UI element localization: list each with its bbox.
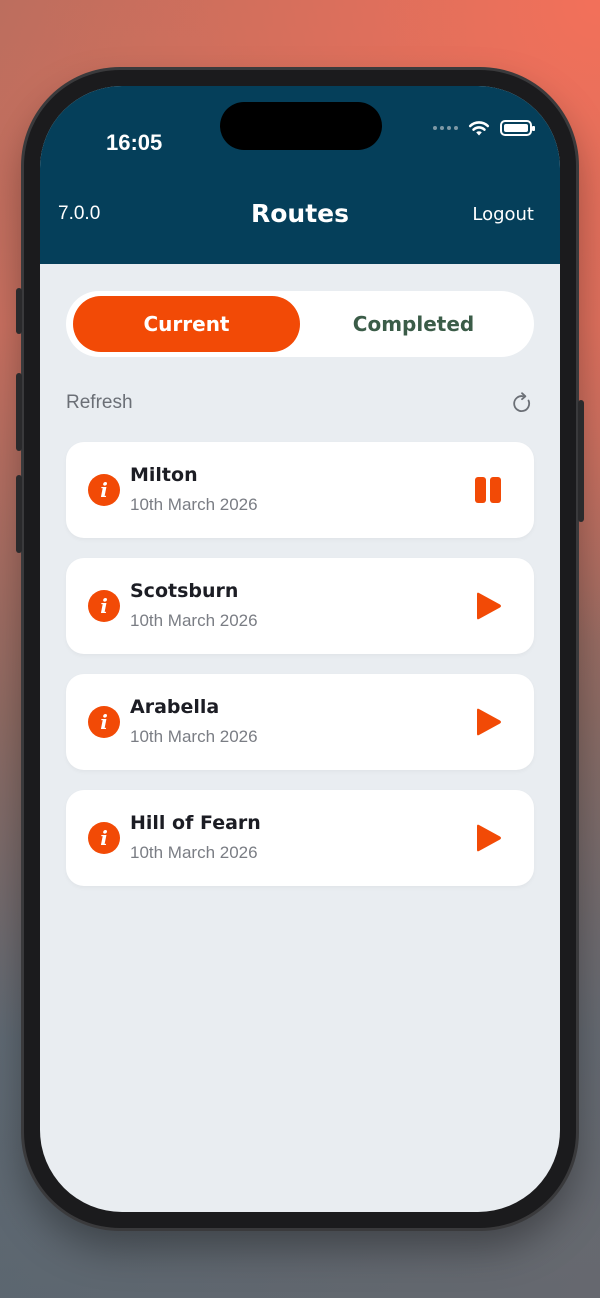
logout-button[interactable]: Logout — [472, 204, 534, 225]
wifi-icon — [468, 121, 490, 136]
refresh-row: Refresh — [66, 388, 534, 418]
info-icon[interactable]: i — [88, 822, 120, 854]
route-name: Milton — [130, 464, 198, 486]
info-icon[interactable]: i — [88, 590, 120, 622]
route-date: 10th March 2026 — [130, 611, 258, 630]
info-icon[interactable]: i — [88, 474, 120, 506]
route-list: i Milton 10th March 2026 i Scotsburn 10t… — [66, 442, 534, 906]
route-date: 10th March 2026 — [130, 843, 258, 862]
route-card[interactable]: i Hill of Fearn 10th March 2026 — [66, 790, 534, 886]
app-header: 16:05 7.0.0 Routes Logout — [40, 86, 560, 264]
action-button — [16, 288, 22, 334]
status-icons — [433, 116, 535, 140]
power-button — [578, 400, 584, 522]
play-icon[interactable] — [472, 590, 504, 622]
route-card[interactable]: i Arabella 10th March 2026 — [66, 674, 534, 770]
tab-current[interactable]: Current — [73, 296, 300, 352]
screen: 16:05 7.0.0 Routes Logout Current Comple… — [40, 86, 560, 1212]
route-date: 10th March 2026 — [130, 495, 258, 514]
info-icon[interactable]: i — [88, 706, 120, 738]
dynamic-island — [220, 102, 382, 150]
tab-completed[interactable]: Completed — [300, 296, 527, 352]
route-name: Scotsburn — [130, 580, 239, 602]
route-tabs: Current Completed — [66, 291, 534, 357]
play-icon[interactable] — [472, 706, 504, 738]
refresh-icon[interactable] — [510, 391, 534, 415]
signal-icon — [433, 126, 458, 130]
battery-icon — [500, 120, 535, 136]
route-card[interactable]: i Milton 10th March 2026 — [66, 442, 534, 538]
phone-frame: 16:05 7.0.0 Routes Logout Current Comple… — [16, 70, 584, 1228]
volume-up-button — [16, 373, 22, 451]
route-card[interactable]: i Scotsburn 10th March 2026 — [66, 558, 534, 654]
status-time: 16:05 — [106, 130, 163, 155]
volume-down-button — [16, 475, 22, 553]
route-name: Hill of Fearn — [130, 812, 261, 834]
route-name: Arabella — [130, 696, 220, 718]
play-icon[interactable] — [472, 822, 504, 854]
refresh-label: Refresh — [66, 392, 133, 413]
pause-icon[interactable] — [472, 474, 504, 506]
route-date: 10th March 2026 — [130, 727, 258, 746]
